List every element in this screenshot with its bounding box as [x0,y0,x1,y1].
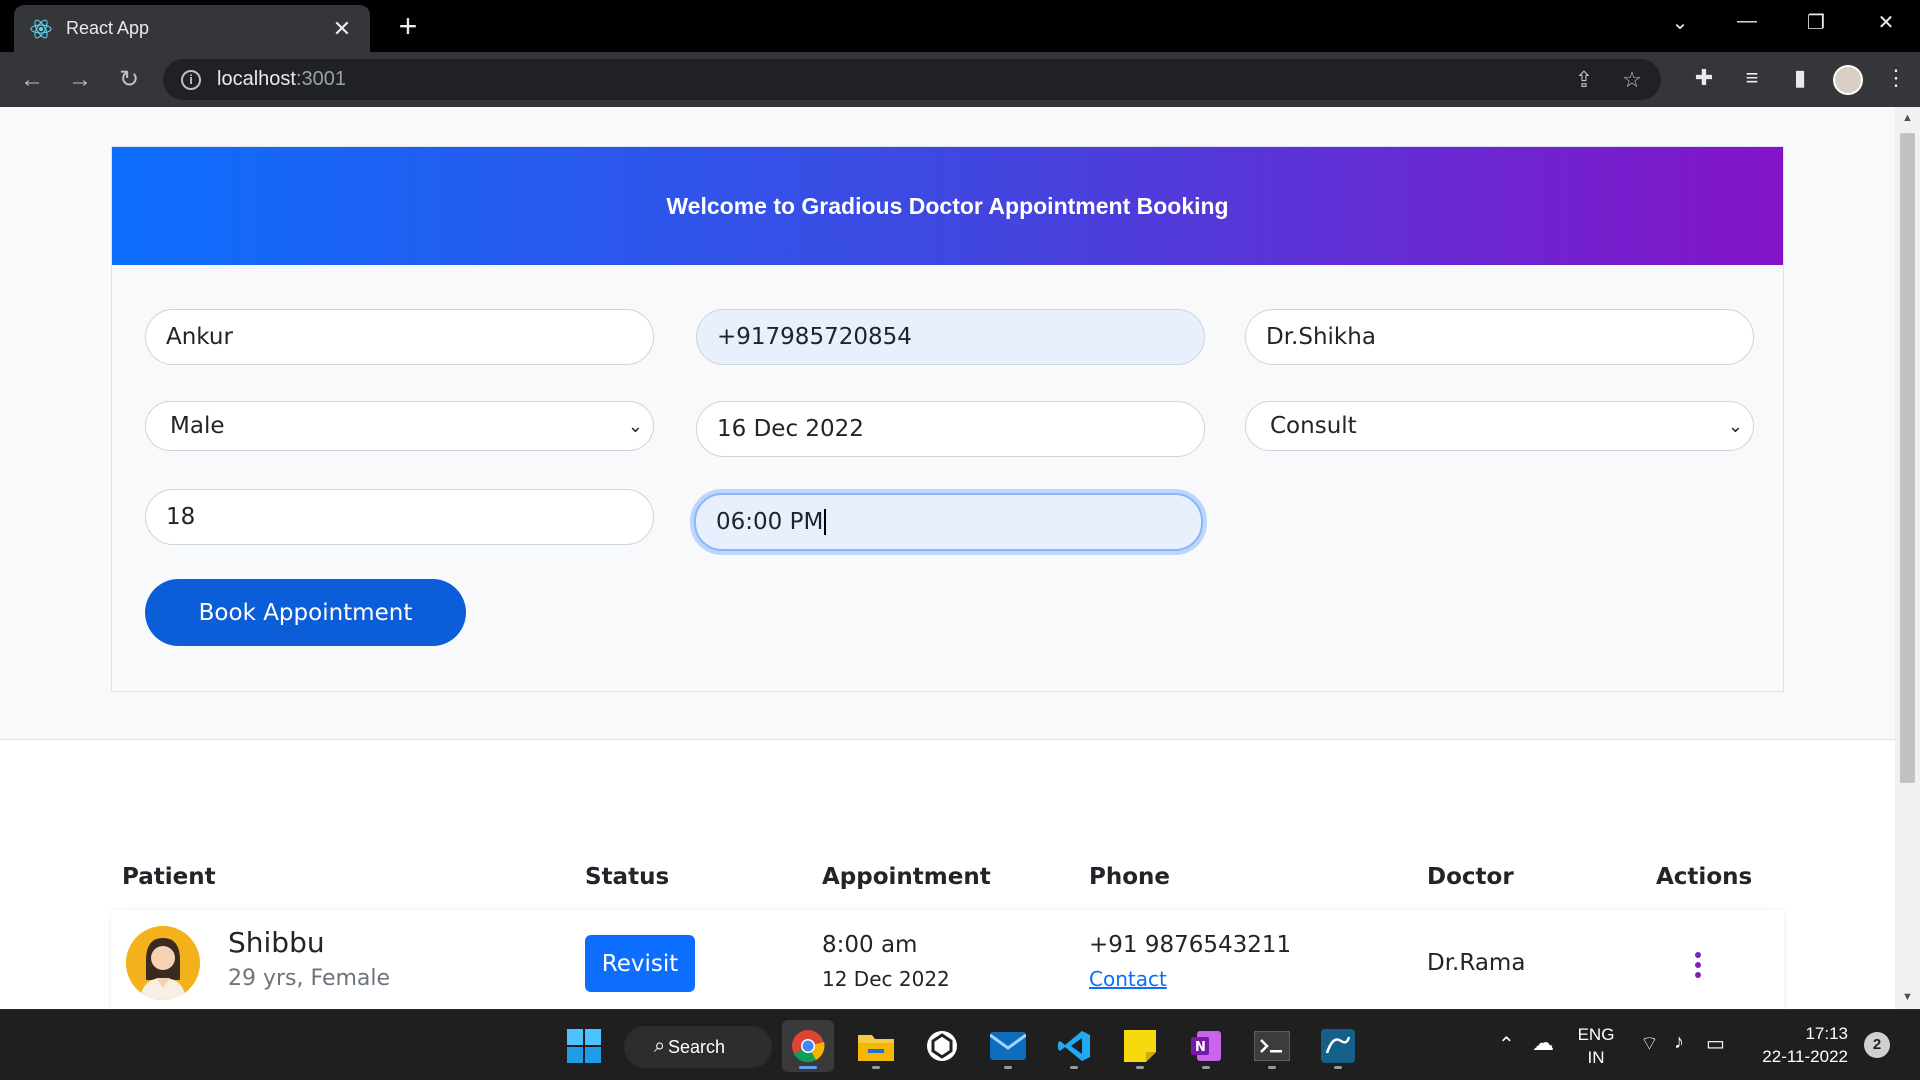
header-status: Status [585,864,670,890]
close-window-icon[interactable]: ✕ [1871,10,1901,35]
onenote-icon[interactable]: N [1180,1020,1232,1072]
header-patient: Patient [122,864,216,890]
status-badge[interactable]: Revisit [585,935,695,992]
windows-taskbar: ⌕ Search N ⌃ ☁ ENG IN ⌔ ♪ ▭ 17:13 22-11-… [0,1009,1920,1080]
date-input[interactable]: 16 Dec 2022 [696,401,1205,457]
page-scrollbar[interactable]: ▲ ▼ [1895,107,1920,1009]
taskbar-search[interactable]: ⌕ Search [624,1026,772,1068]
booking-card: Welcome to Gradious Doctor Appointment B… [111,146,1784,692]
restore-icon[interactable]: ❐ [1801,10,1831,35]
book-appointment-button[interactable]: Book Appointment [145,579,466,646]
browser-tab-strip: React App ✕ + ⌄ — ❐ ✕ [0,0,1920,52]
table-row: Shibbu 29 yrs, Female Revisit 8:00 am 12… [111,910,1784,1009]
tab-title: React App [66,18,150,38]
mysql-workbench-icon[interactable] [1312,1020,1364,1072]
site-info-icon[interactable]: i [181,69,201,90]
time-value: 06:00 PM [716,509,824,535]
new-tab-plus-icon[interactable]: + [392,10,424,42]
row-doctor: Dr.Rama [1427,950,1526,976]
gender-selected: Male [170,413,225,439]
battery-icon[interactable]: ▭ [1706,1031,1725,1056]
header-appointment: Appointment [822,864,991,890]
bookmark-star-icon[interactable]: ☆ [1617,67,1647,93]
forward-arrow-icon[interactable]: → [65,65,95,95]
doctor-input[interactable]: Dr.Shikha [1245,309,1754,365]
input-language[interactable]: ENG IN [1576,1023,1616,1069]
actions-menu-icon[interactable] [1691,952,1705,978]
sticky-notes-icon[interactable] [1114,1020,1166,1072]
vscode-icon[interactable] [1048,1020,1100,1072]
scroll-thumb[interactable] [1900,133,1915,783]
file-explorer-icon[interactable] [850,1020,902,1072]
wifi-icon[interactable]: ⌔ [1640,1031,1659,1056]
patient-phone: +91 9876543211 [1089,932,1292,958]
system-clock[interactable]: 17:13 22-11-2022 [1752,1022,1848,1068]
svg-text:N: N [1195,1040,1206,1055]
volume-icon[interactable]: ♪ [1674,1031,1684,1054]
contact-link[interactable]: Contact [1089,967,1167,991]
welcome-banner: Welcome to Gradious Doctor Appointment B… [112,147,1783,265]
age-value: 18 [166,504,196,530]
header-doctor: Doctor [1427,864,1514,890]
phone-input[interactable]: +917985720854 [696,309,1205,365]
phone-value: +917985720854 [717,324,912,350]
search-label: Search [668,1036,726,1057]
scroll-up-arrow-icon[interactable]: ▲ [1901,112,1914,125]
appointment-type-select[interactable]: Consult ⌄ [1245,401,1754,451]
scroll-down-arrow-icon[interactable]: ▼ [1901,991,1914,1004]
patient-name-input[interactable]: Ankur [145,309,654,365]
share-icon[interactable]: ⇪ [1569,67,1599,93]
profile-avatar[interactable] [1824,65,1872,95]
tray-chevron-up-icon[interactable]: ⌃ [1498,1032,1515,1057]
date-value: 16 Dec 2022 [717,416,864,442]
side-panel-icon[interactable]: ▮ [1776,65,1824,95]
chevron-down-icon: ⌄ [1727,415,1743,437]
url-port: :3001 [295,68,346,90]
search-icon: ⌕ [654,1035,666,1057]
page-viewport: Welcome to Gradious Doctor Appointment B… [0,107,1895,1009]
back-arrow-icon[interactable]: ← [17,65,47,95]
app-chatgpt-like-icon[interactable] [916,1020,968,1072]
clock-date: 22-11-2022 [1762,1047,1848,1066]
appointment-date: 12 Dec 2022 [822,967,950,991]
minimize-icon[interactable]: — [1732,10,1762,33]
patient-name-value: Ankur [166,324,233,350]
header-phone: Phone [1089,864,1171,890]
address-bar[interactable]: i localhost:3001 ⇪ ☆ [163,59,1661,100]
chevron-down-icon: ⌄ [627,415,643,437]
appointment-time: 8:00 am [822,932,918,958]
text-caret [824,509,827,535]
header-actions: Actions [1656,864,1753,890]
appointments-table-header: Patient Status Appointment Phone Doctor … [111,864,1784,904]
booking-section: Welcome to Gradious Doctor Appointment B… [0,107,1895,740]
tab-search-chevron-icon[interactable]: ⌄ [1665,10,1695,35]
close-tab-icon[interactable]: ✕ [330,16,354,42]
url-host: localhost [217,68,296,90]
browser-menu-icon[interactable]: ⋮ [1872,65,1920,95]
clock-time: 17:13 [1805,1024,1848,1043]
patient-name: Shibbu [228,926,325,959]
reload-icon[interactable]: ↻ [114,65,144,95]
chrome-icon[interactable] [782,1020,834,1072]
notification-badge[interactable]: 2 [1864,1032,1890,1058]
patient-info: 29 yrs, Female [228,966,391,991]
lang-bottom: IN [1587,1048,1605,1067]
windows-start-icon[interactable] [558,1020,610,1072]
mail-icon[interactable] [982,1020,1034,1072]
terminal-icon[interactable] [1246,1020,1298,1072]
gender-select[interactable]: Male ⌄ [145,401,654,451]
appointment-type-selected: Consult [1270,413,1357,439]
age-input[interactable]: 18 [145,489,654,545]
browser-toolbar: ← → ↻ i localhost:3001 ⇪ ☆ ✚ ≡ ▮ ⋮ [0,52,1920,107]
banner-title: Welcome to Gradious Doctor Appointment B… [666,192,1229,219]
lang-top: ENG [1577,1025,1615,1044]
doctor-value: Dr.Shikha [1266,324,1376,350]
react-logo-icon [30,18,52,40]
extensions-puzzle-icon[interactable]: ✚ [1680,65,1728,95]
browser-tab[interactable]: React App ✕ [14,5,370,52]
media-queue-icon[interactable]: ≡ [1728,65,1776,95]
onedrive-cloud-icon[interactable]: ☁ [1532,1030,1554,1056]
patient-avatar [126,926,200,1000]
time-input[interactable]: 06:00 PM [694,493,1203,551]
